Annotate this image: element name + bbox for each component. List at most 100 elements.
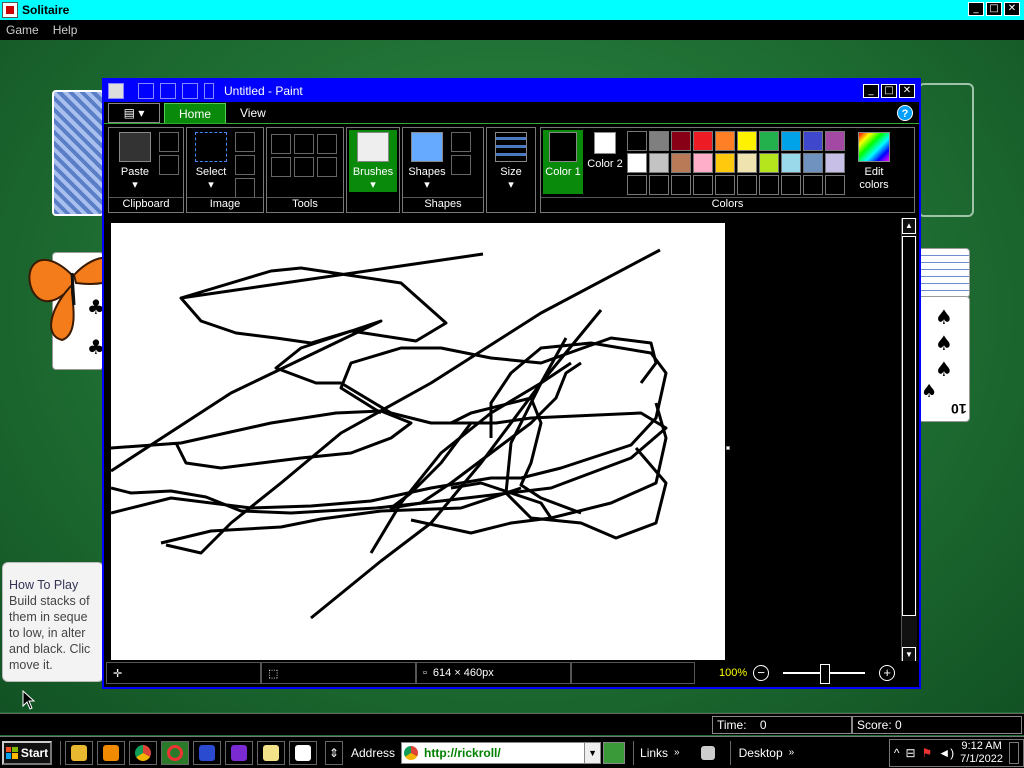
color-swatch[interactable] xyxy=(693,131,713,151)
media-player-icon[interactable] xyxy=(97,740,125,765)
minimize-button[interactable]: _ xyxy=(968,2,984,16)
paint-app-icon[interactable] xyxy=(108,83,124,99)
address-input[interactable]: http://rickroll/ ▼ xyxy=(401,741,602,764)
onenote-icon[interactable] xyxy=(225,740,253,765)
wizard-icon[interactable] xyxy=(193,740,221,765)
fill-shape-icon[interactable] xyxy=(451,155,471,175)
tray-tool-icon[interactable] xyxy=(694,741,722,765)
color-swatch[interactable] xyxy=(737,131,757,151)
tab-view[interactable]: View xyxy=(226,103,280,123)
security-icon[interactable]: ⚑ xyxy=(922,746,933,760)
help-icon[interactable]: ? xyxy=(897,105,913,121)
empty-color-swatch[interactable] xyxy=(803,175,823,195)
empty-color-swatch[interactable] xyxy=(781,175,801,195)
empty-color-swatch[interactable] xyxy=(715,175,735,195)
paste-button[interactable]: Paste ▾ xyxy=(115,132,155,192)
empty-color-swatch[interactable] xyxy=(693,175,713,195)
crop-icon[interactable] xyxy=(235,132,255,152)
vertical-scrollbar[interactable]: ▲ ▼ xyxy=(901,218,917,663)
zoom-slider[interactable] xyxy=(783,664,866,684)
outline-icon[interactable] xyxy=(451,132,471,152)
taskbar-scroll-icon[interactable]: ⇕ xyxy=(325,740,343,765)
color-swatch[interactable] xyxy=(715,131,735,151)
brushes-button[interactable]: Brushes ▾ xyxy=(349,130,397,192)
empty-color-swatch[interactable] xyxy=(649,175,669,195)
go-button[interactable] xyxy=(603,741,626,764)
card-10-spades[interactable]: ♠ ♠ ♠ ♠ 10 xyxy=(918,296,970,422)
scroll-thumb[interactable] xyxy=(902,236,916,616)
save-icon[interactable] xyxy=(138,83,154,99)
redo-icon[interactable] xyxy=(182,83,198,99)
text-icon[interactable] xyxy=(317,134,337,154)
file-menu-button[interactable]: ▤ ▾ xyxy=(108,103,160,123)
chevron-icon[interactable]: » xyxy=(674,747,680,758)
spade-stack[interactable]: ♠ ♠ ♠ ♠ 10 xyxy=(918,248,970,428)
color-swatch[interactable] xyxy=(671,131,691,151)
customize-qat-icon[interactable] xyxy=(204,83,214,99)
color-swatch[interactable] xyxy=(759,131,779,151)
empty-color-swatch[interactable] xyxy=(737,175,757,195)
canvas-resize-handle[interactable] xyxy=(726,446,730,450)
color-swatch[interactable] xyxy=(803,153,823,173)
zoom-out-icon[interactable]: − xyxy=(753,665,770,681)
empty-color-swatch[interactable] xyxy=(627,175,647,195)
menu-help[interactable]: Help xyxy=(53,23,78,37)
show-desktop-button[interactable] xyxy=(1009,741,1019,764)
paint-minimize-button[interactable]: _ xyxy=(863,84,879,98)
color-swatch[interactable] xyxy=(649,131,669,151)
select-button[interactable]: Select ▾ xyxy=(191,132,231,192)
address-dropdown-icon[interactable]: ▼ xyxy=(584,742,601,763)
eraser-icon[interactable] xyxy=(271,157,291,177)
copy-icon[interactable] xyxy=(159,155,179,175)
maximize-button[interactable]: □ xyxy=(986,2,1002,16)
edit-colors-button[interactable]: Edit colors xyxy=(851,132,897,192)
stock-pile[interactable] xyxy=(52,90,104,216)
opera-icon[interactable] xyxy=(161,740,189,765)
color-swatch[interactable] xyxy=(715,153,735,173)
color-swatch[interactable] xyxy=(627,153,647,173)
undo-icon[interactable] xyxy=(160,83,176,99)
resize-icon[interactable] xyxy=(235,155,255,175)
empty-color-swatch[interactable] xyxy=(671,175,691,195)
zoom-in-icon[interactable]: + xyxy=(879,665,896,681)
chrome-icon[interactable] xyxy=(129,740,157,765)
foundation-slot[interactable] xyxy=(918,83,974,217)
tab-home[interactable]: Home xyxy=(164,103,227,123)
color-swatch[interactable] xyxy=(825,131,845,151)
color-swatch[interactable] xyxy=(649,153,669,173)
solitaire-task-icon[interactable] xyxy=(289,740,317,765)
start-button[interactable]: Start xyxy=(2,740,52,765)
color-swatch[interactable] xyxy=(781,153,801,173)
color-swatch[interactable] xyxy=(693,153,713,173)
color-swatch[interactable] xyxy=(627,131,647,151)
empty-color-swatch[interactable] xyxy=(759,175,779,195)
menu-game[interactable]: Game xyxy=(6,23,39,37)
close-button[interactable]: ✕ xyxy=(1004,2,1020,16)
pencil-icon[interactable] xyxy=(271,134,291,154)
volume-icon[interactable]: ◄) xyxy=(938,746,954,760)
explorer-icon[interactable] xyxy=(65,740,93,765)
color-swatch[interactable] xyxy=(759,153,779,173)
paint-maximize-button[interactable]: □ xyxy=(881,84,897,98)
color-swatch[interactable] xyxy=(825,153,845,173)
notepad-icon[interactable] xyxy=(257,740,285,765)
color-swatch[interactable] xyxy=(671,153,691,173)
shapes-button[interactable]: Shapes ▾ xyxy=(407,132,447,192)
color-swatch[interactable] xyxy=(803,131,823,151)
links-toolbar[interactable]: Links xyxy=(640,746,668,760)
color-swatch[interactable] xyxy=(737,153,757,173)
color-picker-icon[interactable] xyxy=(294,157,314,177)
cut-icon[interactable] xyxy=(159,132,179,152)
rotate-icon[interactable] xyxy=(235,178,255,198)
color1-button[interactable]: Color 1 xyxy=(543,130,583,194)
scroll-up-arrow[interactable]: ▲ xyxy=(902,218,916,234)
desktop-toolbar[interactable]: Desktop xyxy=(739,746,783,760)
drawing-canvas[interactable] xyxy=(110,223,725,660)
tray-expand-icon[interactable]: ^ xyxy=(894,746,900,760)
color2-button[interactable]: Color 2 xyxy=(585,132,625,171)
magnifier-icon[interactable] xyxy=(317,157,337,177)
color-swatch[interactable] xyxy=(781,131,801,151)
clock[interactable]: 9:12 AM 7/1/2022 xyxy=(960,740,1003,766)
fill-icon[interactable] xyxy=(294,134,314,154)
paint-close-button[interactable]: ✕ xyxy=(899,84,915,98)
